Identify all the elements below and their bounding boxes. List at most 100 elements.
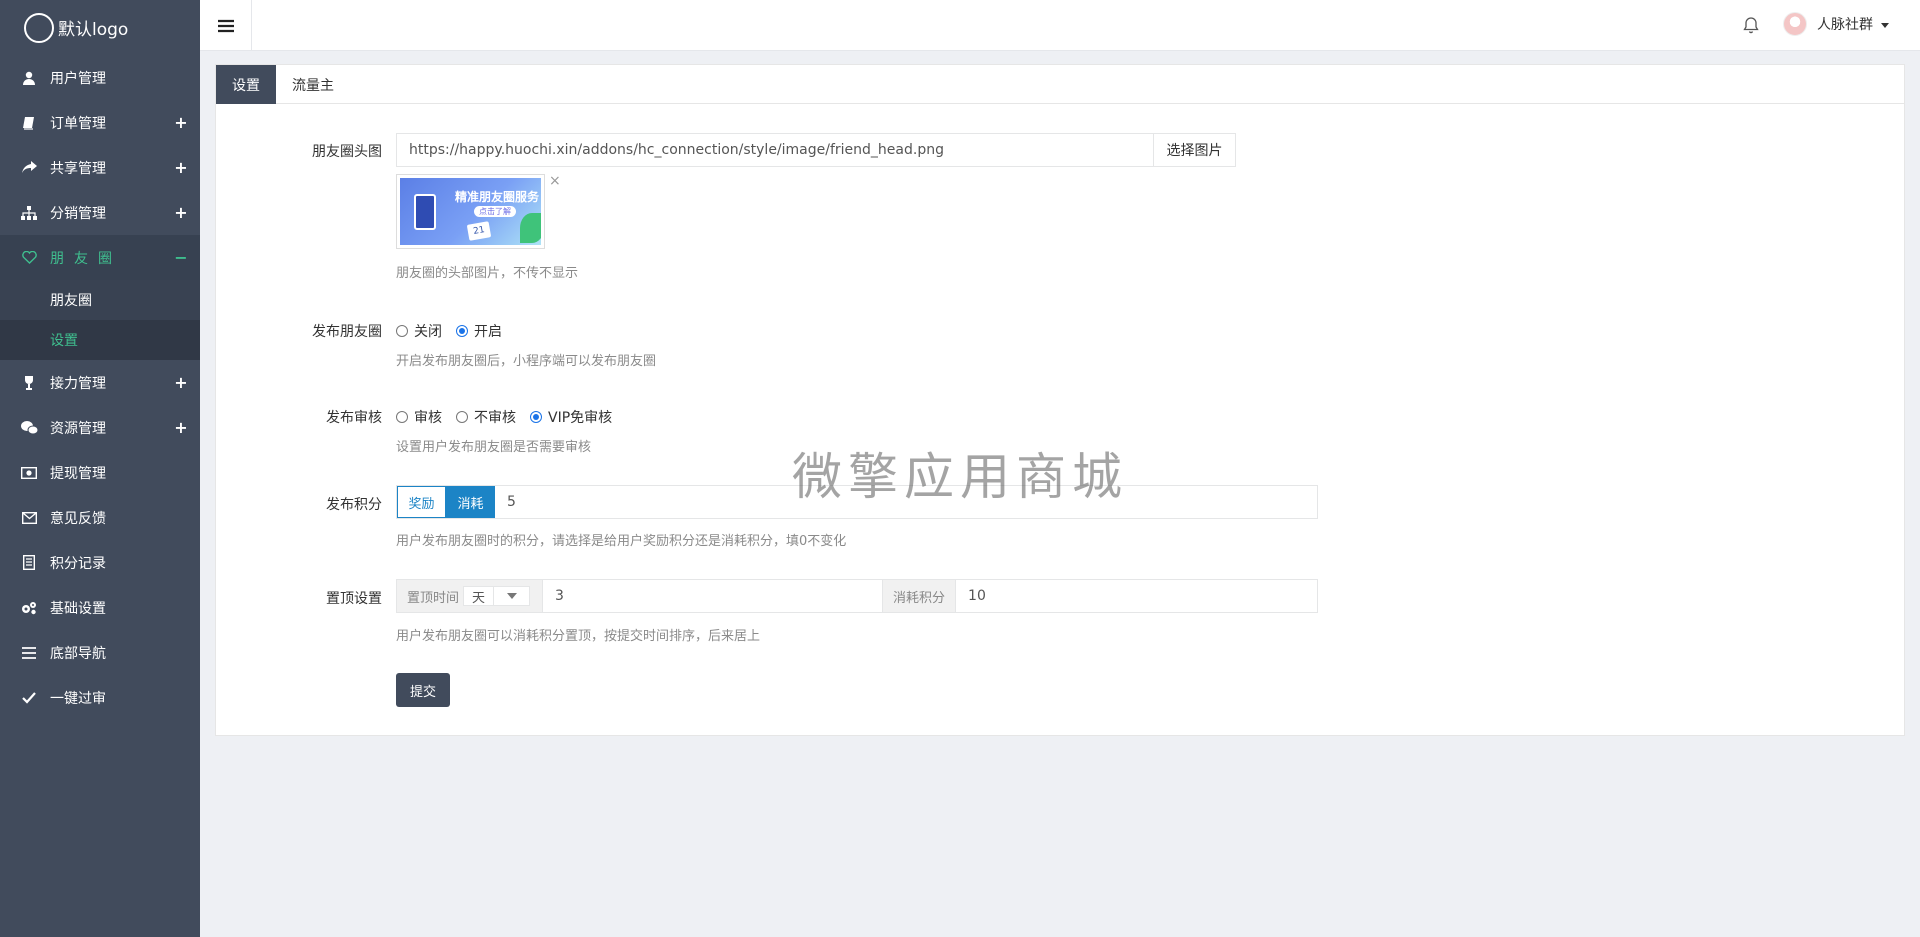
collapse-minus-icon[interactable]: − [174,248,188,267]
logo-circle-icon [24,12,54,43]
tab-traffic-owner[interactable]: 流量主 [276,65,350,104]
thumbnail-calendar-card: 21 [466,221,492,241]
expand-plus-icon[interactable]: + [174,418,188,437]
thumbnail-pill: 点击了解 [474,206,516,217]
radio-circle[interactable] [456,325,468,337]
points-input[interactable]: 5 [495,486,1317,518]
avatar[interactable] [1783,12,1807,36]
review-required-radio[interactable]: 审核 [396,407,442,427]
sidebar-item-order-management[interactable]: 订单管理 + [0,100,200,145]
sidebar-item-distribution-management[interactable]: 分销管理 + [0,190,200,235]
head-image-thumbnail: 精准朋友圈服务 点击了解 21 [396,174,545,249]
remove-image-icon[interactable]: × [549,173,561,189]
sidebar-item-bottom-navigation[interactable]: 底部导航 [0,630,200,675]
chevron-down-icon[interactable] [493,587,529,605]
bars-icon [20,645,38,661]
review-vip-exempt-radio[interactable]: VIP免审核 [530,407,612,427]
sidebar-item-moments[interactable]: 朋友圈 − [0,235,200,280]
sidebar-item-share-management[interactable]: 共享管理 + [0,145,200,190]
menu-toggle-icon[interactable] [200,0,252,51]
share-icon [20,160,38,176]
sidebar-item-label: 资源管理 [50,420,106,437]
radio-circle[interactable] [456,411,468,423]
publish-on-radio[interactable]: 开启 [456,321,502,341]
submit-button[interactable]: 提交 [396,673,450,707]
sidebar: 默认logo 用户管理 订单管理 + 共享管理 + 分销管理 + 朋友圈 − 朋… [0,0,200,937]
sidebar-item-label: 意见反馈 [50,510,106,527]
reward-button[interactable]: 奖励 [397,486,446,518]
head-image-preview: 精准朋友圈服务 点击了解 21 [400,178,541,245]
sidebar-item-label: 朋友圈 [50,250,122,267]
review-none-radio[interactable]: 不审核 [456,407,516,427]
pin-input-group: 置顶时间 天 3 消耗积分 10 [396,579,1318,613]
radio-circle[interactable] [396,325,408,337]
expand-plus-icon[interactable]: + [174,373,188,392]
sidebar-item-label: 用户管理 [50,70,106,87]
user-icon [20,70,38,86]
money-icon [20,465,38,481]
expand-plus-icon[interactable]: + [174,158,188,177]
tab-bar: 设置 流量主 [216,65,1904,104]
leaf-illustration [520,213,541,243]
select-image-button[interactable]: 选择图片 [1153,134,1235,166]
publish-label: 发布朋友圈 [312,324,382,340]
bell-icon[interactable] [1743,16,1759,34]
sidebar-item-label: 接力管理 [50,375,106,392]
logo[interactable]: 默认logo [0,0,200,55]
sidebar-item-label: 共享管理 [50,160,106,177]
envelope-icon [20,510,38,526]
radio-circle[interactable] [530,411,542,423]
gears-icon [20,600,38,616]
head-image-label: 朋友圈头图 [312,144,382,160]
radio-circle[interactable] [396,411,408,423]
publish-help: 开启发布朋友圈后，小程序端可以发布朋友圈 [396,354,657,369]
publish-off-radio[interactable]: 关闭 [396,321,442,341]
points-label: 发布积分 [326,497,382,513]
expand-plus-icon[interactable]: + [174,113,188,132]
pin-time-label: 置顶时间 [397,586,464,606]
consume-button[interactable]: 消耗 [446,486,495,518]
list-icon [20,555,38,571]
heart-icon [20,250,38,266]
head-image-help: 朋友圈的头部图片，不传不显示 [396,266,579,281]
head-image-url-field[interactable]: https://happy.huochi.xin/addons/hc_conne… [396,133,1236,167]
chevron-down-icon[interactable] [1881,23,1889,28]
expand-plus-icon[interactable]: + [174,203,188,222]
thumbnail-title: 精准朋友圈服务 [455,190,540,204]
pin-cost-input[interactable]: 10 [956,580,1317,612]
radio-label: 关闭 [414,324,442,340]
pin-time-addon: 置顶时间 天 [397,580,544,612]
pin-time-input[interactable]: 3 [543,580,884,612]
sidebar-item-points-records[interactable]: 积分记录 [0,540,200,585]
review-help: 设置用户发布朋友圈是否需要审核 [396,440,592,455]
sidebar-item-label: 订单管理 [50,115,106,132]
sidebar-item-user-management[interactable]: 用户管理 [0,55,200,100]
sidebar-item-one-click-review[interactable]: 一键过审 [0,675,200,720]
sidebar-item-resource-management[interactable]: 资源管理 + [0,405,200,450]
book-icon [20,115,38,131]
settings-panel: 设置 流量主 朋友圈头图 https://happy.huochi.xin/ad… [215,64,1905,736]
points-input-group: 奖励 消耗 5 [396,485,1318,519]
phone-illustration [414,194,436,230]
sidebar-item-label: 积分记录 [50,555,106,572]
sidebar-item-label: 基础设置 [50,600,106,617]
sidebar-item-feedback[interactable]: 意见反馈 [0,495,200,540]
user-name[interactable]: 人脉社群 [1817,14,1873,34]
pin-cost-label: 消耗积分 [883,580,957,612]
trophy-icon [20,375,38,391]
sidebar-item-relay-management[interactable]: 接力管理 + [0,360,200,405]
head-image-url-value[interactable]: https://happy.huochi.xin/addons/hc_conne… [397,134,1153,166]
submenu-item-moments[interactable]: 朋友圈 [0,280,200,320]
sidebar-item-withdraw-management[interactable]: 提现管理 [0,450,200,495]
wechat-icon [20,420,38,436]
submenu-item-settings[interactable]: 设置 [0,320,200,360]
pin-label: 置顶设置 [326,591,382,607]
tab-settings[interactable]: 设置 [216,65,276,104]
radio-label: VIP免审核 [548,410,613,426]
sidebar-item-label: 提现管理 [50,465,106,482]
sidebar-item-basic-settings[interactable]: 基础设置 [0,585,200,630]
sidebar-item-label: 一键过审 [50,690,106,707]
review-radio-group: 审核 不审核 VIP免审核 [396,407,626,427]
check-icon [20,690,38,706]
pin-unit-select[interactable]: 天 [463,586,531,606]
